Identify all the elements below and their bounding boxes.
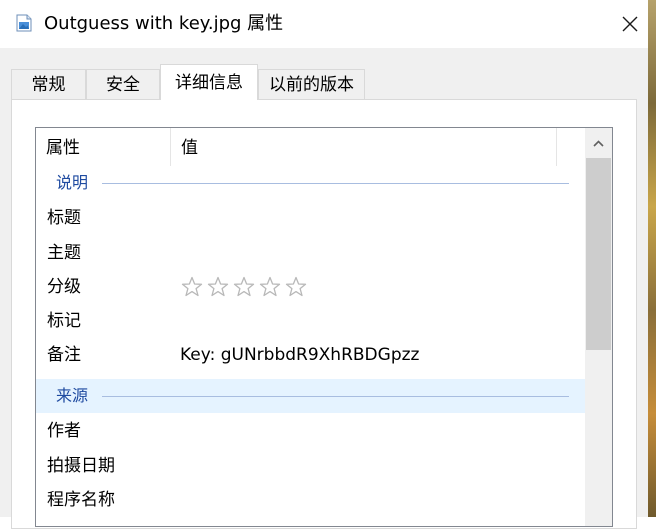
tab-details[interactable]: 详细信息 bbox=[160, 64, 258, 100]
property-value[interactable]: Key: gUNrbbdR9XhRBDGpzz bbox=[180, 338, 419, 372]
tab-previous-versions[interactable]: 以前的版本 bbox=[258, 69, 365, 99]
property-name: 备注 bbox=[47, 345, 81, 365]
property-name: 作者 bbox=[47, 421, 81, 441]
list-item[interactable]: 标题 bbox=[36, 201, 585, 235]
group-divider bbox=[102, 183, 569, 184]
list-item[interactable]: 备注 Key: gUNrbbdR9XhRBDGpzz bbox=[36, 338, 585, 372]
property-name: 标题 bbox=[47, 208, 81, 228]
list-item[interactable]: 分级 bbox=[36, 270, 585, 304]
list-item[interactable]: 作者 bbox=[36, 414, 585, 448]
close-icon bbox=[622, 16, 638, 32]
star-icon[interactable] bbox=[180, 275, 204, 299]
property-name: 标记 bbox=[47, 311, 81, 331]
rating-stars[interactable] bbox=[180, 270, 310, 304]
star-icon[interactable] bbox=[232, 275, 256, 299]
chevron-up-icon bbox=[593, 139, 604, 147]
column-divider[interactable] bbox=[556, 128, 557, 166]
close-button[interactable] bbox=[610, 6, 650, 42]
tab-security[interactable]: 安全 bbox=[86, 69, 160, 99]
property-name: 程序名称 bbox=[47, 490, 115, 510]
list-item[interactable]: 主题 bbox=[36, 236, 585, 270]
property-name: 主题 bbox=[47, 243, 81, 263]
group-header-description[interactable]: 说明 bbox=[36, 166, 585, 200]
group-label: 说明 bbox=[56, 173, 89, 192]
star-icon[interactable] bbox=[206, 275, 230, 299]
scrollbar-thumb[interactable] bbox=[586, 158, 611, 350]
list-item[interactable]: 标记 bbox=[36, 304, 585, 338]
background-window-edge bbox=[648, 0, 656, 517]
property-name: 拍摄日期 bbox=[47, 456, 115, 476]
group-header-origin[interactable]: 来源 bbox=[36, 379, 585, 413]
column-header-value[interactable]: 值 bbox=[171, 128, 556, 166]
group-divider bbox=[102, 396, 569, 397]
window-title: Outguess with key.jpg 属性 bbox=[44, 13, 284, 34]
image-file-icon bbox=[15, 14, 33, 32]
column-header-property[interactable]: 属性 bbox=[36, 128, 170, 166]
star-icon[interactable] bbox=[258, 275, 282, 299]
list-item[interactable]: 程序名称 bbox=[36, 483, 585, 517]
property-list[interactable]: 属性 值 说明 标题 主题 分级 标记 备注 Key: gUNrbbdR9XhR… bbox=[35, 127, 613, 527]
title-bar: Outguess with key.jpg 属性 bbox=[0, 0, 656, 48]
vertical-scrollbar[interactable] bbox=[585, 128, 612, 526]
group-label: 来源 bbox=[56, 386, 89, 405]
list-item[interactable]: 拍摄日期 bbox=[36, 449, 585, 483]
list-header: 属性 值 bbox=[36, 128, 585, 166]
tab-general[interactable]: 常规 bbox=[11, 69, 86, 99]
property-name: 分级 bbox=[47, 277, 81, 297]
scroll-up-button[interactable] bbox=[585, 128, 612, 158]
star-icon[interactable] bbox=[284, 275, 308, 299]
